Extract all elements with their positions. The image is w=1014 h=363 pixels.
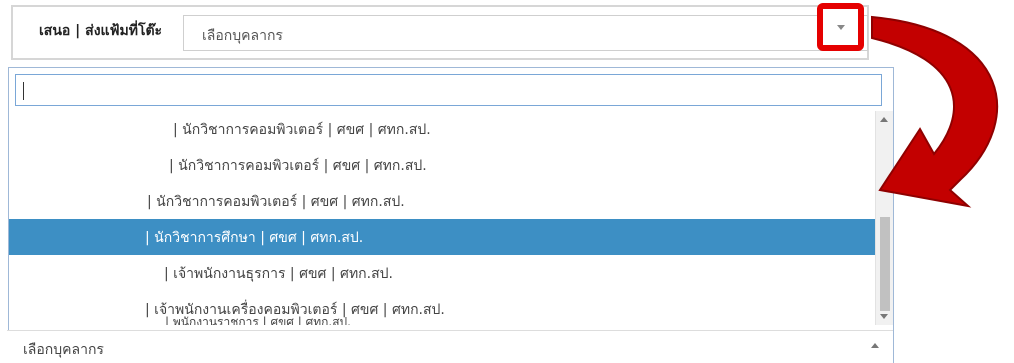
chevron-up-icon	[871, 343, 879, 348]
text-cursor	[23, 82, 24, 100]
search-input-wrapper[interactable]	[15, 74, 882, 106]
chevron-down-icon	[836, 25, 845, 30]
bottom-select-field[interactable]: เลือกบุคลากร	[7, 330, 893, 363]
list-item[interactable]: | นักวิชาการคอมพิวเตอร์ | ศขศ | ศทก.สป.	[9, 183, 875, 219]
list-item[interactable]: | นักวิชาการคอมพิวเตอร์ | ศขศ | ศทก.สป.	[9, 111, 875, 147]
top-form-panel: เสนอ | ส่งแฟ้มที่โต๊ะ เลือกบุคลากร	[11, 5, 869, 60]
dropdown-toggle-button[interactable]	[817, 3, 864, 51]
search-input[interactable]	[16, 75, 881, 105]
bottom-select-label: เลือกบุคลากร	[23, 342, 104, 358]
list-item-label: | พนักงานราชการ | ศขศ | ศทก.สป.	[165, 315, 351, 325]
list-item-label: | นักวิชาการคอมพิวเตอร์ | ศขศ | ศทก.สป.	[169, 158, 427, 174]
list-item-label: | นักวิชาการศึกษา | ศขศ | ศทก.สป.	[145, 230, 364, 246]
list-item[interactable]: | พนักงานราชการ | ศขศ | ศทก.สป.	[9, 313, 875, 325]
list-item-label: | เจ้าพนักงานธุรการ | ศขศ | ศทก.สป.	[164, 266, 393, 282]
dropdown-list[interactable]: | นักวิชาการคอมพิวเตอร์ | ศขศ | ศทก.สป. …	[9, 111, 875, 325]
personnel-select[interactable]: เลือกบุคลากร	[183, 15, 868, 51]
dropdown-scrollbar[interactable]	[875, 111, 893, 325]
scroll-up-icon[interactable]	[880, 117, 888, 122]
scroll-down-icon[interactable]	[880, 314, 888, 319]
list-item[interactable]: | นักวิชาการคอมพิวเตอร์ | ศขศ | ศทก.สป.	[9, 147, 875, 183]
list-item[interactable]: | เจ้าพนักงานธุรการ | ศขศ | ศทก.สป.	[9, 255, 875, 291]
list-item-label: | นักวิชาการคอมพิวเตอร์ | ศขศ | ศทก.สป.	[173, 122, 431, 138]
top-form-label: เสนอ | ส่งแฟ้มที่โต๊ะ	[39, 23, 163, 39]
personnel-select-value: เลือกบุคลากร	[202, 28, 283, 44]
list-item-label: | นักวิชาการคอมพิวเตอร์ | ศขศ | ศทก.สป.	[147, 194, 405, 210]
scroll-thumb[interactable]	[880, 217, 890, 311]
list-item-active[interactable]: | นักวิชาการศึกษา | ศขศ | ศทก.สป.	[9, 219, 875, 255]
dropdown-panel: | นักวิชาการคอมพิวเตอร์ | ศขศ | ศทก.สป. …	[8, 67, 894, 363]
